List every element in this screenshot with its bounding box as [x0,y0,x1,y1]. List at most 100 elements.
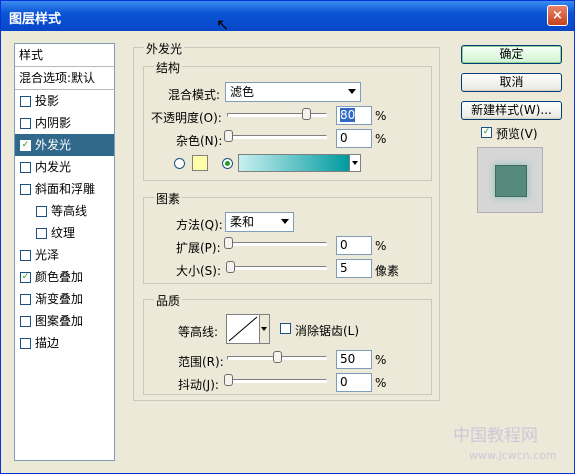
style-item-checkbox[interactable] [20,294,31,305]
style-item[interactable]: ✓ 颜色叠加 [15,266,114,288]
blend-options-item[interactable]: 混合选项:默认 [15,67,114,90]
style-item-label: 光泽 [35,248,60,262]
opacity-label: 不透明度(O): [151,111,222,125]
range-slider-thumb[interactable] [273,351,282,363]
gradient-radio[interactable] [222,158,233,169]
style-item-checkbox[interactable] [20,250,31,261]
range-slider[interactable] [227,351,327,363]
style-item-label: 纹理 [51,226,76,240]
preview-swatch [495,165,527,197]
structure-title: 结构 [154,59,183,76]
contour-curve-icon [228,316,258,342]
style-item[interactable]: 渐变叠加 [15,288,114,310]
size-label: 大小(S): [176,264,222,278]
style-item[interactable]: 图案叠加 [15,310,114,332]
jitter-slider[interactable] [224,374,327,386]
style-item[interactable]: 光泽 [15,244,114,266]
style-item-label: 内发光 [35,160,72,174]
style-item[interactable]: 内阴影 [15,112,114,134]
style-item-label: 颜色叠加 [35,270,84,284]
spread-slider-thumb[interactable] [224,237,233,249]
blend-mode-select[interactable]: 滤色 [225,82,361,102]
spread-label: 扩展(P): [176,241,221,255]
noise-slider-thumb[interactable] [224,130,233,142]
style-item-checkbox[interactable] [36,206,47,217]
size-slider[interactable] [226,261,327,273]
style-item-checkbox[interactable]: ✓ [20,140,31,151]
noise-label: 杂色(N): [176,134,223,148]
dialog-title: 图层样式 [9,12,62,27]
style-item-label: 外发光 [35,138,72,152]
range-label: 范围(R): [178,355,224,369]
style-item[interactable]: 内发光 [15,156,114,178]
style-item[interactable]: 斜面和浮雕 [15,178,114,200]
opacity-slider[interactable] [227,108,327,120]
style-item-label: 图案叠加 [35,314,84,328]
style-list-header[interactable]: 样式 [15,44,114,67]
style-item-checkbox[interactable] [20,118,31,129]
range-unit: % [375,353,387,367]
style-item-label: 描边 [35,336,60,350]
noise-unit: % [375,132,387,146]
solid-color-radio[interactable] [174,158,185,169]
spread-unit: % [375,239,387,253]
new-style-button[interactable]: 新建样式(W)... [461,101,562,120]
style-item[interactable]: 纹理 [15,222,114,244]
preview-label: 预览(V) [496,127,538,141]
style-item-label: 内阴影 [35,116,72,130]
chevron-down-icon [281,219,289,224]
noise-slider[interactable] [224,130,327,142]
style-item[interactable]: 投影 [15,90,114,112]
glow-gradient-swatch[interactable] [238,154,350,172]
cancel-button[interactable]: 取消 [461,73,562,92]
jitter-input[interactable]: 0 [336,373,372,392]
size-slider-thumb[interactable] [226,261,235,273]
ok-button[interactable]: 确定 [461,45,562,64]
elements-title: 图素 [154,190,183,207]
style-item-checkbox[interactable] [36,228,47,239]
watermark-url: www.jcwcn.com [469,449,557,462]
style-item-checkbox[interactable] [20,316,31,327]
jitter-label: 抖动(J): [178,378,219,392]
style-item[interactable]: ✓ 外发光 [15,134,114,156]
style-item-label: 等高线 [51,204,88,218]
contour-label: 等高线: [178,325,219,339]
style-item-checkbox[interactable] [20,338,31,349]
style-item-label: 斜面和浮雕 [35,182,96,196]
glow-color-swatch[interactable] [192,155,208,171]
quality-title: 品质 [154,292,183,309]
spread-slider[interactable] [224,237,327,249]
jitter-unit: % [375,376,387,390]
jitter-slider-thumb[interactable] [224,374,233,386]
preview-checkbox[interactable]: ✓ [481,127,492,138]
style-item[interactable]: 描边 [15,332,114,354]
layer-style-dialog: 图层样式 × ↖ 样式 混合选项:默认 投影内阴影 ✓ 外发光内发光斜面和浮雕等高线… [0,0,575,474]
opacity-input[interactable]: 80 [336,106,372,125]
style-preview [477,147,543,213]
title-bar[interactable]: 图层样式 × [1,1,574,31]
antialias-label: 消除锯齿(L) [295,324,360,338]
watermark-text: 中国教程网 [453,426,538,446]
noise-input[interactable]: 0 [336,129,372,148]
style-item-checkbox[interactable] [20,184,31,195]
contour-picker[interactable] [226,314,260,344]
mouse-cursor-icon: ↖ [216,15,230,34]
chevron-down-icon [348,89,356,94]
gradient-dropdown-icon[interactable] [349,154,361,172]
style-item[interactable]: 等高线 [15,200,114,222]
spread-input[interactable]: 0 [336,236,372,255]
outer-glow-title: 外发光 [144,40,185,57]
style-list: 样式 混合选项:默认 投影内阴影 ✓ 外发光内发光斜面和浮雕等高线纹理光泽 ✓ 颜色叠加… [14,43,115,461]
style-item-checkbox[interactable]: ✓ [20,272,31,283]
range-input[interactable]: 50 [336,350,372,369]
antialias-checkbox[interactable] [280,323,291,334]
method-select[interactable]: 柔和 [225,212,294,232]
close-button[interactable]: × [547,5,568,26]
contour-dropdown-icon[interactable] [260,314,270,344]
style-item-checkbox[interactable] [20,162,31,173]
size-input[interactable]: 5 [336,259,372,278]
blend-mode-label: 混合模式: [168,88,221,102]
opacity-slider-thumb[interactable] [302,108,311,120]
method-value: 柔和 [230,215,255,229]
style-item-checkbox[interactable] [20,96,31,107]
